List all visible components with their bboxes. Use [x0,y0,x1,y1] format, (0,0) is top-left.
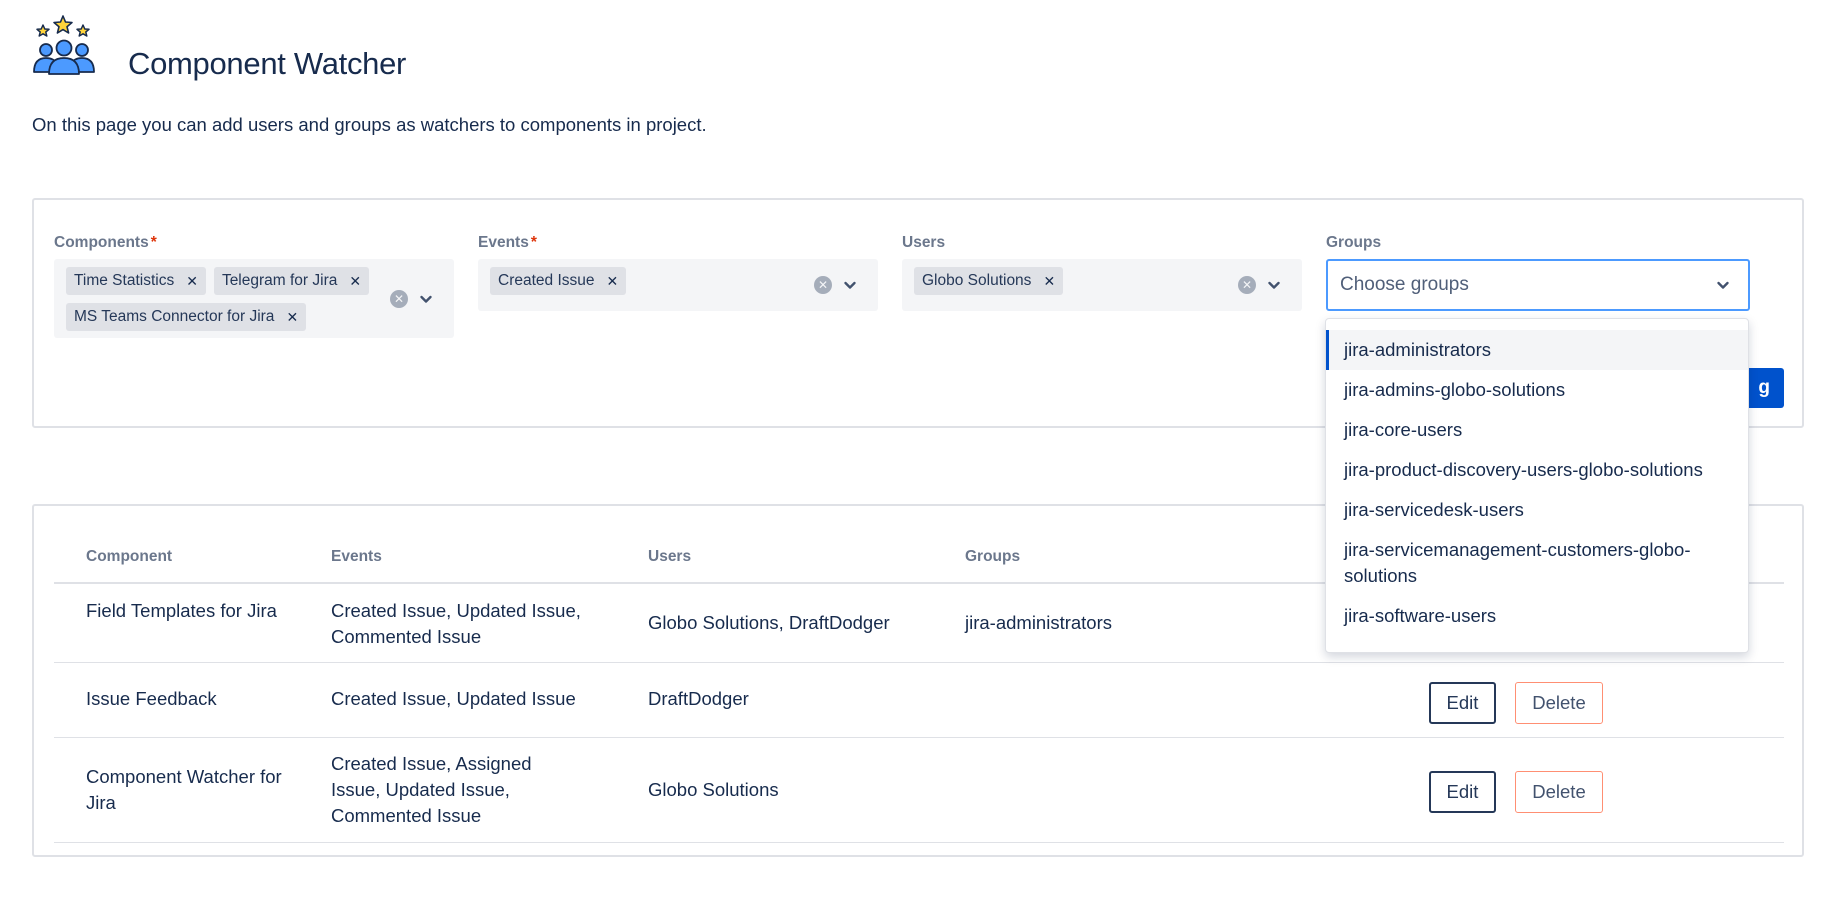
groups-select[interactable]: Choose groups [1326,259,1750,311]
table-row: Issue Feedback Created Issue, Updated Is… [54,663,1784,738]
remove-chip-icon[interactable]: ✕ [607,273,619,290]
group-option[interactable]: jira-admins-globo-solutions [1326,370,1748,410]
cell-users: DraftDodger [648,688,749,709]
remove-chip-icon[interactable]: ✕ [1043,273,1055,290]
users-field: Users Globo Solutions ✕ ✕ [902,234,1302,311]
required-mark: * [530,234,537,251]
cell-events: Created Issue, Updated Issue, Commented … [331,600,581,647]
components-select[interactable]: Time Statistics ✕ Telegram for Jira ✕ MS T… [54,259,454,338]
component-chip: Time Statistics ✕ [66,267,206,295]
watchers-stars-icon [33,15,95,75]
events-label: Events * [478,234,537,251]
clear-icon[interactable]: ✕ [1238,276,1256,294]
chevron-down-icon[interactable] [1265,276,1283,294]
groups-label: Groups [1326,234,1382,251]
remove-chip-icon[interactable]: ✕ [286,309,298,326]
groups-field: Groups Choose groups [1326,234,1750,311]
cell-users: Globo Solutions, DraftDodger [648,612,890,633]
group-option[interactable]: jira-administrators [1326,330,1748,370]
header-groups: Groups [965,548,1021,565]
cell-users: Globo Solutions [648,779,779,800]
events-field: Events * Created Issue ✕ ✕ [478,234,878,311]
groups-dropdown-menu: jira-administrators jira-admins-globo-so… [1325,318,1749,653]
edit-button[interactable]: Edit [1429,771,1496,813]
groups-placeholder: Choose groups [1340,274,1469,295]
event-chip: Created Issue ✕ [490,267,627,295]
component-chip: MS Teams Connector for Jira ✕ [66,303,307,331]
cell-events: Created Issue, Assigned Issue, Updated I… [331,753,532,826]
header-component: Component [86,548,173,565]
users-select[interactable]: Globo Solutions ✕ ✕ [902,259,1302,311]
group-option[interactable]: jira-core-users [1326,410,1748,450]
components-field: Components * Time Statistics ✕ Telegram fo… [54,234,454,338]
cell-component: Field Templates for Jira [86,600,277,621]
header-users: Users [648,548,692,565]
clear-icon[interactable]: ✕ [814,276,832,294]
group-option[interactable]: jira-software-users [1326,596,1748,636]
delete-button[interactable]: Delete [1515,682,1603,724]
header-events: Events [331,548,382,565]
users-label: Users [902,234,946,251]
clear-icon[interactable]: ✕ [390,290,408,308]
chevron-down-icon[interactable] [841,276,859,294]
group-option[interactable]: jira-product-discovery-users-globo-solut… [1326,450,1748,490]
remove-chip-icon[interactable]: ✕ [186,273,198,290]
user-chip: Globo Solutions ✕ [914,267,1064,295]
cell-component: Component Watcher for Jira [86,766,282,813]
events-select[interactable]: Created Issue ✕ ✕ [478,259,878,311]
delete-button[interactable]: Delete [1515,771,1603,813]
components-chips: Time Statistics ✕ Telegram for Jira ✕ MS T… [66,267,372,331]
component-chip: Telegram for Jira ✕ [213,267,370,295]
required-mark: * [150,234,157,251]
users-chips: Globo Solutions ✕ [914,267,1220,295]
chevron-down-icon[interactable] [417,290,435,308]
cell-groups: jira-administrators [965,612,1113,633]
page-title: Component Watcher [128,46,407,81]
group-option[interactable]: jira-servicemanagement-customers-globo-s… [1326,530,1748,596]
remove-chip-icon[interactable]: ✕ [349,273,361,290]
table-row: Component Watcher for Jira Created Issue… [54,738,1784,843]
page-description: On this page you can add users and group… [32,114,707,135]
cell-events: Created Issue, Updated Issue [331,688,576,709]
components-label: Components * [54,234,157,251]
group-option[interactable]: jira-servicedesk-users [1326,490,1748,530]
cell-component: Issue Feedback [86,688,217,709]
chevron-down-icon[interactable] [1714,276,1732,294]
events-chips: Created Issue ✕ [490,267,796,295]
edit-button[interactable]: Edit [1429,682,1496,724]
page-header: Component Watcher [32,14,632,84]
